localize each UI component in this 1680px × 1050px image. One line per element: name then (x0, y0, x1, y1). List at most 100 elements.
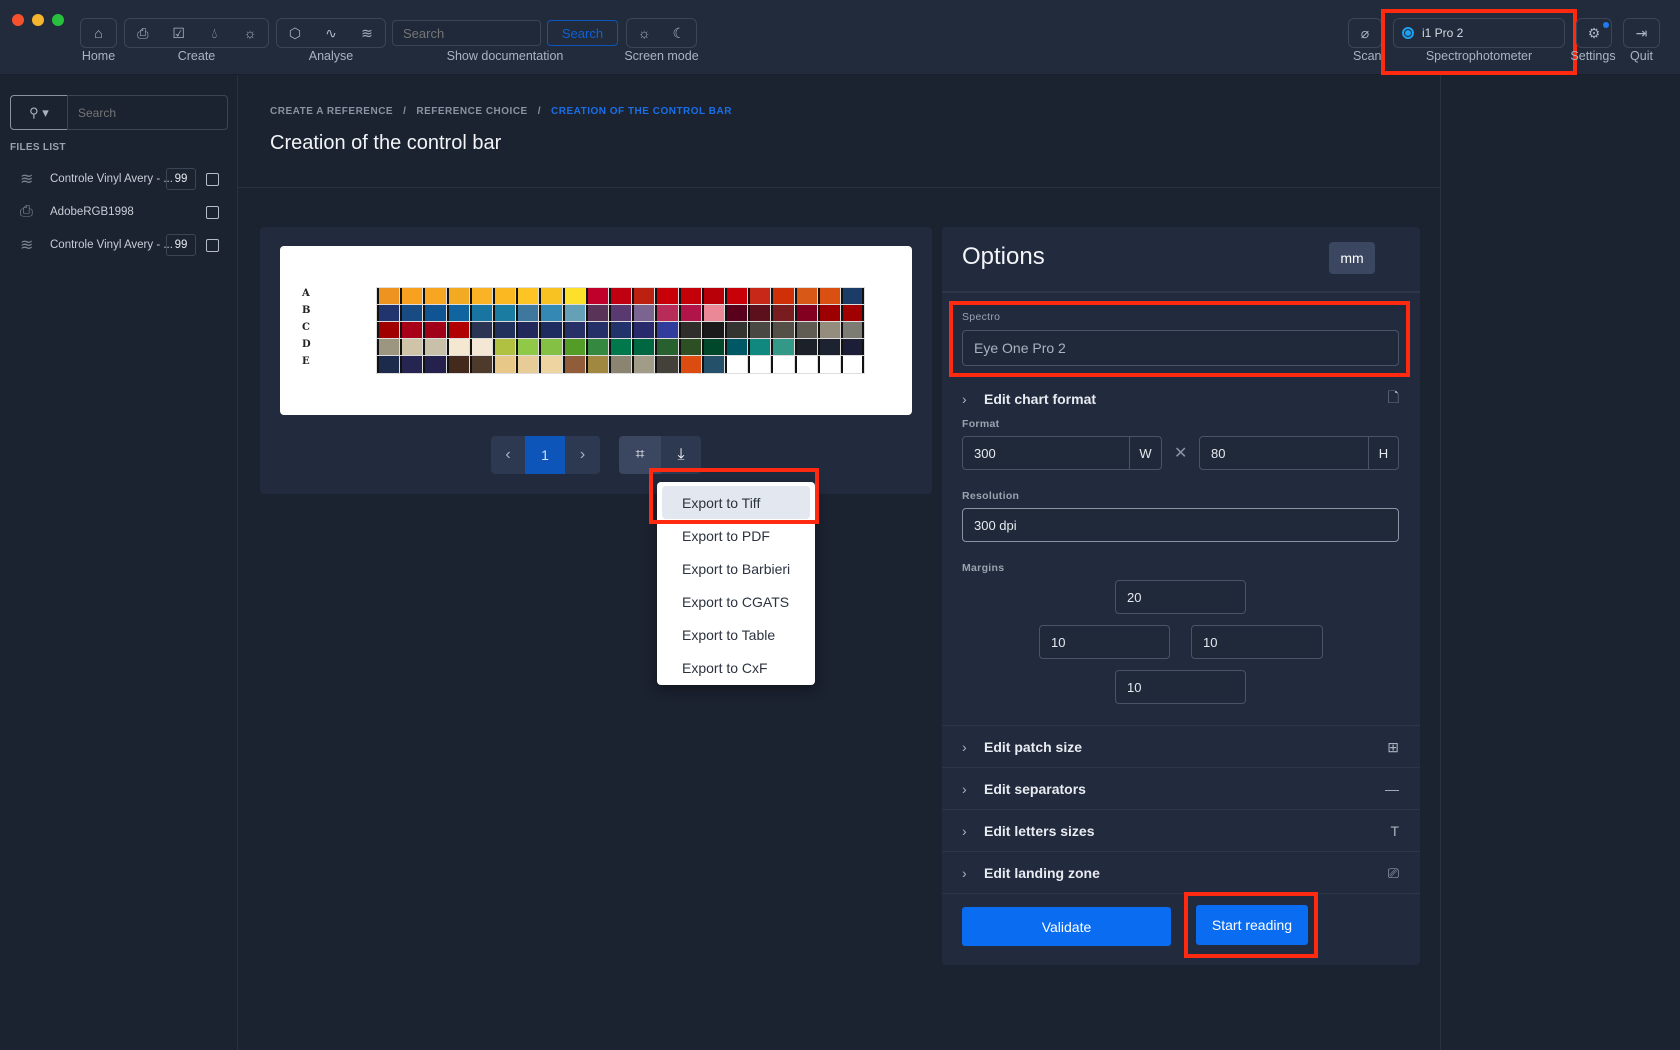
width-input[interactable]: 300 W (962, 436, 1162, 470)
export-menu-item[interactable]: Export to CGATS (662, 585, 810, 618)
right-divider (1440, 75, 1441, 1050)
search-filter-dropdown[interactable]: ⚲ ▾ (10, 95, 68, 130)
file-checkbox[interactable] (206, 205, 219, 219)
margin-top-input[interactable]: 20 (1115, 580, 1246, 614)
layers-icon: ≋ (20, 237, 34, 254)
color-patch (816, 321, 842, 340)
start-reading-button[interactable]: Start reading (1196, 905, 1308, 945)
color-patch (723, 355, 750, 374)
row-label: B (302, 305, 311, 316)
next-page-button[interactable]: › (565, 436, 600, 474)
color-patch (654, 338, 680, 357)
color-patch (816, 338, 842, 357)
spectro-label: Spectro (962, 311, 1001, 323)
cube-icon[interactable]: ⬡ (277, 25, 313, 42)
color-patch (468, 338, 494, 357)
color-patch (654, 321, 680, 340)
color-patch (700, 355, 726, 374)
margin-left-input[interactable]: 10 (1039, 625, 1170, 659)
maximize-window-button[interactable] (52, 14, 64, 26)
color-patch (677, 304, 703, 323)
color-patch (677, 287, 703, 306)
color-patch (561, 338, 587, 357)
breadcrumb-reference-choice[interactable]: REFERENCE CHOICE (416, 106, 527, 117)
color-patch (491, 304, 518, 323)
color-patch (793, 304, 819, 323)
chevron-right-icon: › (962, 739, 967, 755)
minimize-window-button[interactable] (32, 14, 44, 26)
wifi-off-icon: ⌀ (1360, 24, 1370, 41)
color-patch (584, 304, 610, 323)
prev-page-button[interactable]: ‹ (491, 436, 525, 474)
color-patch (607, 304, 634, 323)
color-patch (399, 338, 425, 357)
section-toggle[interactable]: › Edit landing zone ⎚ (962, 853, 1399, 893)
export-menu-item[interactable]: Export to Table (662, 618, 810, 651)
color-patch (700, 287, 726, 306)
color-patch (747, 287, 773, 306)
validate-button[interactable]: Validate (962, 907, 1171, 946)
spectrophotometer-selector[interactable]: i1 Pro 2 (1393, 18, 1565, 48)
breadcrumb-create-reference[interactable]: CREATE A REFERENCE (270, 106, 393, 117)
printer-icon[interactable]: ⎙ (125, 25, 161, 42)
page-title: Creation of the control bar (270, 132, 502, 154)
color-patch (515, 304, 541, 323)
section-label: Edit chart format (984, 391, 1097, 407)
margins-label: Margins (962, 562, 1005, 574)
section-toggle[interactable]: › Edit letters sizes T (962, 811, 1399, 851)
spectro-device-name: i1 Pro 2 (1422, 26, 1464, 40)
light-mode-icon[interactable]: ☼ (627, 25, 662, 41)
scan-button[interactable]: ⌀ (1348, 18, 1382, 48)
margin-bottom-input[interactable]: 10 (1115, 670, 1246, 704)
layers-icon[interactable]: ≋ (349, 25, 385, 42)
current-page[interactable]: 1 (525, 436, 565, 474)
color-patch (723, 304, 750, 323)
create-group: ⎙ ☑ 💧︎ ☼ (124, 18, 269, 48)
section-toggle[interactable]: › Edit patch size ⊞ (962, 727, 1399, 767)
documentation-search-input[interactable] (392, 20, 541, 46)
quit-button[interactable]: ⇥ (1623, 18, 1660, 48)
search-icon: ⚲ ▾ (29, 104, 49, 120)
color-patch (538, 321, 564, 340)
color-patch (607, 338, 634, 357)
resolution-label: Resolution (962, 490, 1020, 502)
section-label: Edit landing zone (984, 865, 1100, 881)
home-icon[interactable]: ⌂ (81, 25, 116, 41)
color-patch (631, 287, 657, 306)
height-input[interactable]: 80 H (1199, 436, 1399, 470)
dark-mode-icon[interactable]: ☾ (662, 25, 697, 42)
pagination: ‹ 1 › (491, 436, 600, 474)
file-checkbox[interactable] (206, 172, 219, 186)
export-menu-item[interactable]: Export to Barbieri (662, 552, 810, 585)
color-patch (700, 338, 726, 357)
export-menu-item[interactable]: Export to CxF (662, 651, 810, 684)
unit-toggle-button[interactable]: mm (1329, 242, 1375, 274)
color-patch (723, 338, 750, 357)
drop-icon[interactable]: 💧︎ (197, 25, 233, 42)
checkbox-icon[interactable]: ☑ (161, 25, 197, 42)
scan-label: Scan (1353, 49, 1382, 63)
color-patch (770, 304, 796, 323)
options-title: Options (962, 243, 1045, 270)
files-search-input[interactable] (67, 95, 228, 130)
color-patch (770, 321, 796, 340)
file-item[interactable]: ⎙ AdobeRGB1998 (20, 200, 230, 224)
close-window-button[interactable] (12, 14, 24, 26)
times-icon: ✕ (1174, 445, 1188, 462)
edit-chart-format-toggle[interactable]: › Edit chart format 🗋︎ (962, 379, 1399, 419)
format-label: Format (962, 418, 1000, 430)
file-item[interactable]: ≋ Controle Vinyl Avery - ... 99 (20, 167, 230, 191)
color-patch (375, 287, 402, 306)
file-item[interactable]: ≋ Controle Vinyl Avery - ... 99 (20, 233, 230, 257)
documentation-search-button[interactable]: Search (547, 20, 618, 46)
margin-right-input[interactable]: 10 (1191, 625, 1323, 659)
height-unit: H (1368, 437, 1398, 469)
section-toggle[interactable]: › Edit separators — (962, 769, 1399, 809)
file-checkbox[interactable] (206, 238, 219, 252)
color-patch (399, 355, 425, 374)
sun-icon[interactable]: ☼ (232, 25, 268, 41)
activity-icon[interactable]: ∿ (313, 25, 349, 42)
spectro-input[interactable]: Eye One Pro 2 (962, 330, 1399, 366)
color-patch (422, 304, 448, 323)
resolution-input[interactable]: 300 dpi (962, 508, 1399, 542)
